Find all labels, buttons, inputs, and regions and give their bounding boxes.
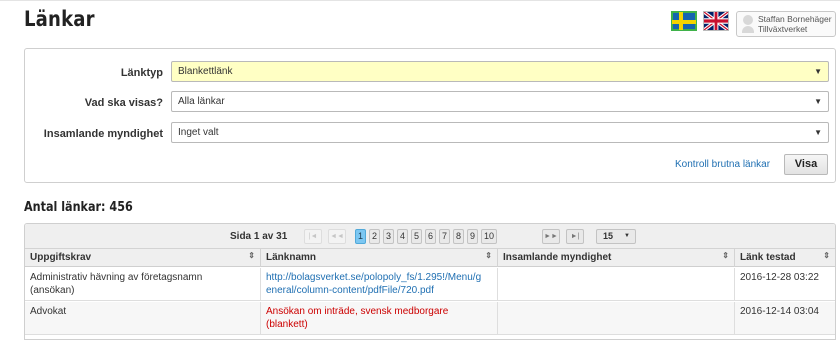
link-text[interactable]: http://bolagsverket.se/polopoly_fs/1.295… [266, 271, 492, 284]
authority-label: Insamlande myndighet [43, 128, 163, 140]
sort-icon: ⇕ [248, 251, 255, 260]
display-select[interactable]: Alla länkar ▼ [171, 91, 829, 112]
column-header-tested[interactable]: Länk testad ⇕ [735, 249, 835, 267]
authority-select[interactable]: Inget valt ▼ [171, 122, 829, 143]
table-row: Advokat Ansökan om inträde, svensk medbo… [25, 302, 835, 335]
chevron-down-icon: ▼ [814, 67, 822, 76]
page-button-9[interactable]: 9 [467, 229, 478, 244]
display-label: Vad ska visas? [84, 97, 163, 109]
top-divider [0, 0, 840, 1]
requirement-text: Advokat [30, 306, 67, 317]
sort-icon: ⇕ [722, 251, 729, 260]
check-broken-links-link[interactable]: Kontroll brutna länkar [675, 159, 770, 170]
link-type-label: Länktyp [120, 67, 163, 79]
requirement-cell: Advokat [25, 302, 261, 334]
requirement-text: Administrativ hävning av företagsnamn [30, 272, 203, 283]
link-text-cont[interactable]: eneral/column-content/pdfFile/720.pdf [266, 284, 492, 297]
filter-panel: Länktyp Blankettlänk ▼ Vad ska visas? Al… [24, 48, 836, 183]
page-button-5[interactable]: 5 [411, 229, 422, 244]
display-value: Alla länkar [178, 96, 225, 107]
table-row [25, 336, 835, 339]
chevron-down-icon: ▼ [814, 128, 822, 137]
next-page-icon[interactable]: ►► [542, 229, 560, 244]
link-text[interactable]: Ansökan om inträde, svensk medborgare [266, 305, 492, 318]
requirement-cell: Administrativ hävning av företagsnamn (a… [25, 268, 261, 300]
chevron-down-icon: ▼ [814, 97, 822, 106]
requirement-text-cont: (ansökan) [30, 285, 75, 296]
table-row: Administrativ hävning av företagsnamn (a… [25, 268, 835, 301]
sort-icon: ⇕ [823, 251, 830, 260]
link-text-cont[interactable]: (blankett) [266, 318, 492, 331]
chevron-down-icon: ▼ [624, 233, 630, 239]
british-flag-icon[interactable] [703, 11, 729, 31]
results-count: Antal länkar: 456 [24, 200, 133, 215]
page-button-4[interactable]: 4 [397, 229, 408, 244]
page-button-8[interactable]: 8 [453, 229, 464, 244]
page-button-10[interactable]: 10 [481, 229, 497, 244]
table-header: Uppgiftskrav ⇕ Länknamn ⇕ Insamlande myn… [25, 249, 835, 267]
page-size-value: 15 [603, 231, 614, 241]
page-button-3[interactable]: 3 [383, 229, 394, 244]
page-info: Sida 1 av 31 [230, 231, 288, 242]
page-button-7[interactable]: 7 [439, 229, 450, 244]
page-button-6[interactable]: 6 [425, 229, 436, 244]
column-header-label: Uppgiftskrav [30, 252, 92, 263]
tested-cell: 2016-12-14 03:04 [740, 306, 819, 317]
tested-cell: 2016-12-28 03:22 [740, 272, 819, 283]
prev-page-icon[interactable]: ◄◄ [328, 229, 346, 244]
user-organization: Tillväxtverket [758, 24, 808, 34]
link-type-value: Blankettlänk [178, 66, 233, 77]
column-header-label: Länknamn [266, 252, 317, 263]
link-name-cell[interactable]: http://bolagsverket.se/polopoly_fs/1.295… [261, 268, 498, 300]
column-header-requirement[interactable]: Uppgiftskrav ⇕ [25, 249, 261, 267]
column-header-label: Insamlande myndighet [503, 252, 612, 263]
sort-icon: ⇕ [485, 251, 492, 260]
first-page-icon[interactable]: |◄ [304, 229, 322, 244]
authority-value: Inget valt [178, 127, 219, 138]
column-header-label: Länk testad [740, 252, 796, 263]
avatar-icon [743, 15, 753, 25]
pager: Sida 1 av 31 |◄ ◄◄ 1 2 3 4 5 6 7 8 9 10 … [25, 224, 835, 249]
user-name: Staffan Bornehäger [758, 14, 832, 24]
column-header-authority[interactable]: Insamlande myndighet ⇕ [498, 249, 735, 267]
last-page-icon[interactable]: ►| [566, 229, 584, 244]
page-button-1[interactable]: 1 [355, 229, 366, 244]
page-size-select[interactable]: 15 ▼ [596, 229, 636, 244]
authority-cell [498, 302, 735, 334]
link-type-select[interactable]: Blankettlänk ▼ [171, 61, 829, 82]
page-title: Länkar [24, 7, 95, 31]
links-table: Sida 1 av 31 |◄ ◄◄ 1 2 3 4 5 6 7 8 9 10 … [24, 223, 836, 340]
swedish-flag-icon[interactable] [671, 11, 697, 31]
user-menu[interactable]: Staffan Bornehäger Tillväxtverket [736, 11, 836, 37]
link-name-cell[interactable]: Ansökan om inträde, svensk medborgare (b… [261, 302, 498, 334]
page-button-2[interactable]: 2 [369, 229, 380, 244]
column-header-link-name[interactable]: Länknamn ⇕ [261, 249, 498, 267]
authority-cell [498, 268, 735, 300]
avatar-body-icon [742, 26, 754, 33]
show-button[interactable]: Visa [784, 154, 828, 175]
